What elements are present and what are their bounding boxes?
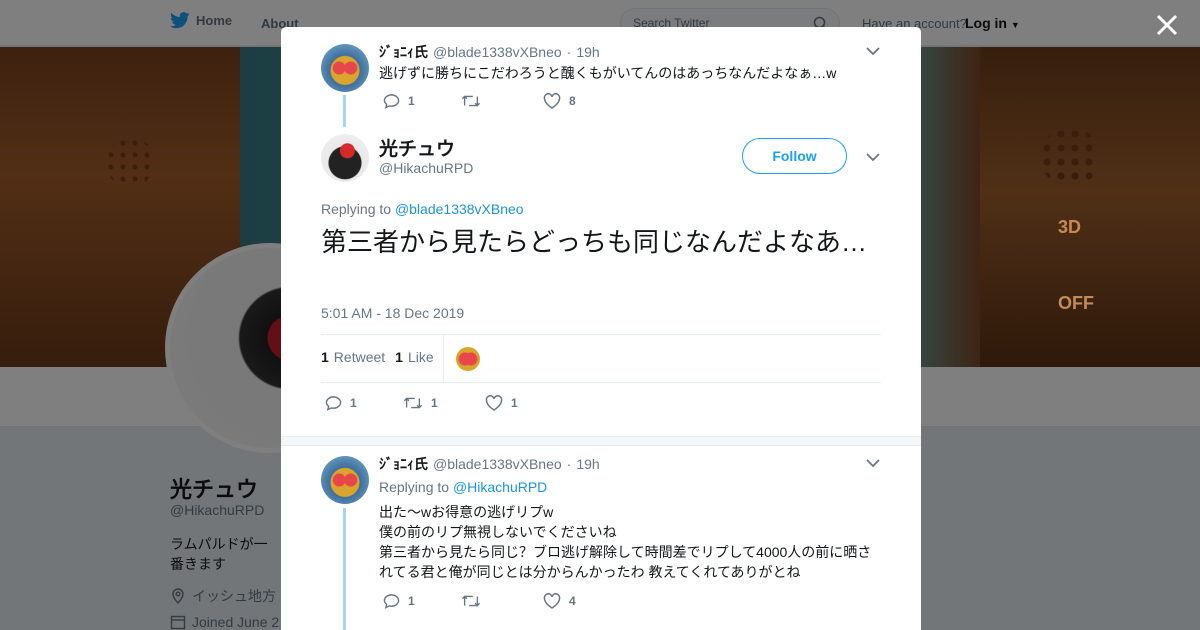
tweet-header: ｼﾞｮﾆｨ氏 @blade1338vXBneo · 19h [379,454,600,474]
banner-speaker-right [1040,127,1100,187]
banner-off-label: OFF [1058,293,1094,313]
like-stat-count: 1 [395,349,403,365]
thread-connector [343,508,346,630]
like-icon [543,593,561,609]
retweet-button[interactable]: 1 [403,395,485,411]
tweet-time[interactable]: 19h [576,456,599,472]
tweet-author-handle[interactable]: @blade1338vXBneo [433,456,562,472]
tweet-timestamp[interactable]: 5:01 AM - 18 Dec 2019 [321,305,464,321]
tweet-author-handle[interactable]: @blade1338vXBneo [433,44,562,60]
like-count: 8 [569,94,576,108]
replying-to-link[interactable]: @HikachuRPD [453,479,547,495]
divider [443,335,444,382]
reply-count: 1 [408,594,415,608]
retweet-count: 1 [431,396,438,410]
retweet-stat[interactable]: 1 Retweet [321,349,385,365]
like-button[interactable]: 4 [543,593,576,609]
tweet-author-name[interactable]: ｼﾞｮﾆｨ氏 [379,454,428,474]
reply-count: 1 [408,94,415,108]
reply-icon [383,94,400,109]
tweet-text-line: 僕の前のリプ無視しないでくださいね [379,524,617,540]
tweet-text: 第三者から見たらどっちも同じなんだよなあ… [321,227,868,257]
thread-connector [343,95,346,127]
close-icon[interactable] [1154,12,1180,38]
tweet-author-name[interactable]: 光チュウ [379,134,455,161]
chevron-down-icon[interactable] [866,152,880,162]
tweet-author-name[interactable]: ｼﾞｮﾆｨ氏 [379,42,428,62]
retweet-icon [403,397,423,409]
tweet-text-line: 出た〜wお得意の逃げリプw [379,504,554,520]
tweet-dot: · [566,456,572,472]
divider [321,382,881,383]
tweet-text-line: 第三者から見たら同じ？ブロ逃げ解除して時間差でリプして4000人の前に晒されてる… [379,544,872,580]
like-count: 1 [511,396,518,410]
divider [321,334,881,335]
like-button[interactable]: 8 [543,93,576,109]
section-separator [281,436,921,446]
like-icon [543,93,561,109]
reply-icon [325,396,342,411]
retweet-button[interactable] [461,93,543,109]
replying-to-label: Replying to [379,479,450,495]
banner-speaker-left [105,137,155,187]
banner-3d-label: 3D [1058,217,1082,237]
like-stat[interactable]: 1 Like [395,349,433,365]
reply-count: 1 [350,396,357,410]
like-button[interactable]: 1 [485,395,518,411]
reply-button[interactable]: 1 [383,93,461,109]
tweet-header: ｼﾞｮﾆｨ氏 @blade1338vXBneo · 19h [379,42,600,62]
tweet-actions: 1 8 [383,93,576,109]
avatar[interactable] [321,456,369,504]
tweet-stats: 1 Retweet 1 Like [321,349,434,365]
like-stat-label: Like [407,349,434,365]
chevron-down-icon[interactable] [866,46,880,56]
tweet-actions: 1 1 1 [325,395,518,411]
avatar[interactable] [321,44,369,92]
retweet-stat-count: 1 [321,349,329,365]
reply-button[interactable]: 1 [383,593,461,609]
replying-to-link[interactable]: @blade1338vXBneo [395,201,524,217]
tweet-time[interactable]: 19h [576,44,599,60]
tweet-text: 出た〜wお得意の逃げリプw 僕の前のリプ無視しないでくださいね 第三者から見たら… [379,502,879,582]
tweet-dot: · [566,44,572,60]
tweet-actions: 1 4 [383,593,576,609]
replying-to: Replying to @blade1338vXBneo [321,201,524,217]
tweet-author-handle[interactable]: @HikachuRPD [379,160,473,176]
reply-button[interactable]: 1 [325,395,403,411]
replying-to: Replying to @HikachuRPD [379,479,547,495]
like-icon [485,395,503,411]
retweet-icon [461,95,481,107]
replying-to-label: Replying to [321,201,392,217]
follow-button[interactable]: Follow [742,138,847,174]
liker-avatar[interactable] [456,347,480,371]
reply-icon [383,594,400,609]
like-count: 4 [569,594,576,608]
avatar[interactable] [321,134,369,182]
chevron-down-icon[interactable] [866,458,880,468]
tweet-permalink-modal: ｼﾞｮﾆｨ氏 @blade1338vXBneo · 19h 逃げずに勝ちにこだわ… [281,27,921,630]
retweet-stat-label: Retweet [333,349,386,365]
retweet-icon [461,595,481,607]
tweet-text: 逃げずに勝ちにこだわろうと醜くもがいてんのはあっちなんだよなぁ…w [379,65,837,81]
retweet-button[interactable] [461,593,543,609]
